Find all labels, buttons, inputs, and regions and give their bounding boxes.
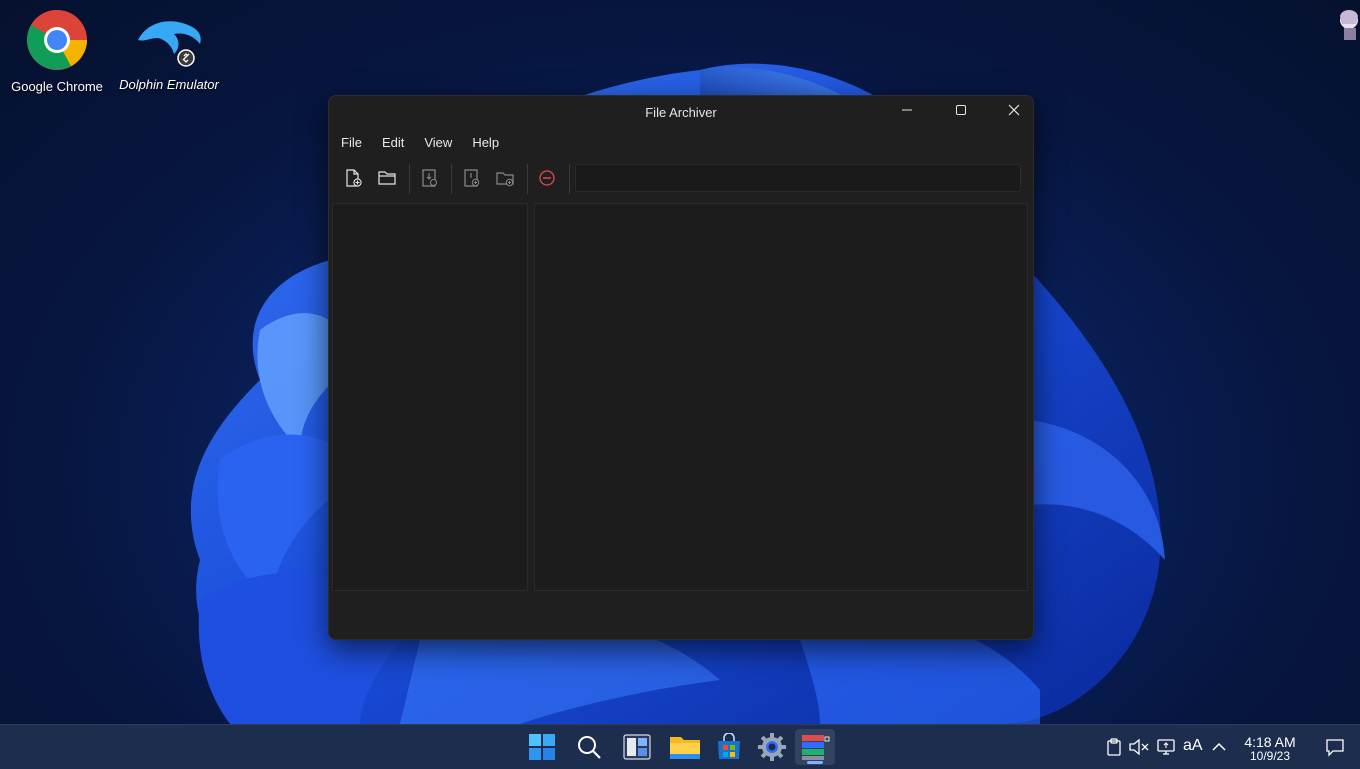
settings-icon — [758, 733, 786, 761]
folder-tree-pane[interactable] — [332, 203, 528, 591]
remove-button[interactable] — [533, 164, 561, 192]
dolphin-icon — [134, 10, 204, 70]
toolbar-separator — [409, 164, 410, 194]
add-folder-icon — [496, 172, 514, 187]
extract-icon — [422, 169, 437, 187]
desktop-icon-label: Google Chrome — [11, 79, 103, 94]
add-files-icon — [464, 169, 480, 187]
new-archive-button[interactable] — [339, 164, 367, 192]
file-archiver-icon — [802, 735, 830, 760]
menu-file[interactable]: File — [331, 131, 372, 154]
title-bar[interactable]: File Archiver — [329, 96, 1033, 128]
volume-tray-button[interactable] — [1128, 735, 1150, 759]
clock-date: 10/9/23 — [1249, 749, 1291, 763]
search-icon — [578, 736, 601, 759]
notifications-button[interactable] — [1324, 735, 1346, 759]
add-folder-button[interactable] — [491, 164, 519, 192]
taskbar: aA 4:18 AM 10/9/23 — [0, 724, 1360, 769]
file-list-pane[interactable] — [534, 203, 1028, 591]
anime-avatar-icon[interactable] — [1334, 6, 1360, 42]
widgets-icon — [623, 734, 651, 760]
toolbar-separator — [569, 164, 570, 194]
file-archiver-taskbar-button[interactable] — [795, 729, 835, 765]
minimize-icon — [902, 109, 912, 111]
store-button[interactable] — [709, 729, 749, 765]
file-explorer-icon — [670, 737, 700, 759]
menu-view[interactable]: View — [414, 131, 462, 154]
widgets-button[interactable] — [617, 729, 657, 765]
desktop-icon-label: Dolphin Emulator — [119, 77, 219, 92]
settings-button[interactable] — [752, 729, 792, 765]
path-input[interactable] — [575, 164, 1021, 192]
minimize-button[interactable] — [884, 96, 930, 124]
open-folder-icon — [378, 171, 396, 185]
clipboard-icon — [1107, 738, 1121, 756]
remove-icon — [539, 170, 555, 186]
add-files-button[interactable] — [457, 164, 485, 192]
show-hidden-icons-button[interactable] — [1208, 735, 1230, 759]
clipboard-tray-button[interactable] — [1103, 735, 1125, 759]
maximize-icon — [956, 105, 966, 115]
extract-button[interactable] — [415, 164, 443, 192]
status-bar — [329, 593, 1033, 639]
store-icon — [718, 733, 740, 759]
toolbar-separator — [527, 164, 528, 194]
maximize-button[interactable] — [938, 96, 984, 124]
desktop-icon-google-chrome[interactable]: Google Chrome — [7, 0, 107, 96]
font-size-tray-button[interactable]: aA — [1183, 737, 1203, 755]
file-explorer-button[interactable] — [665, 729, 705, 765]
volume-muted-icon — [1129, 738, 1149, 756]
file-archiver-window[interactable]: File Archiver File Edit View Help — [328, 95, 1034, 640]
new-archive-icon — [346, 169, 362, 187]
chevron-up-icon — [1212, 742, 1226, 751]
menu-edit[interactable]: Edit — [372, 131, 414, 154]
display-icon — [1157, 739, 1175, 755]
toolbar-separator — [451, 164, 452, 194]
active-indicator — [807, 761, 823, 764]
search-button[interactable] — [569, 729, 609, 765]
toolbar — [329, 156, 1033, 200]
clock-time: 4:18 AM — [1244, 734, 1296, 750]
clock[interactable]: 4:18 AM 10/9/23 — [1232, 734, 1308, 763]
close-icon — [1008, 104, 1020, 116]
start-button[interactable] — [522, 729, 562, 765]
windows-start-icon — [529, 734, 555, 760]
close-button[interactable] — [991, 96, 1033, 124]
chrome-icon — [26, 9, 88, 70]
desktop-icon-dolphin-emulator[interactable]: Dolphin Emulator — [119, 0, 219, 94]
display-tray-button[interactable] — [1155, 735, 1177, 759]
notification-icon — [1326, 739, 1344, 757]
menu-bar: File Edit View Help — [329, 128, 1033, 156]
menu-help[interactable]: Help — [462, 131, 509, 154]
open-folder-button[interactable] — [373, 164, 401, 192]
